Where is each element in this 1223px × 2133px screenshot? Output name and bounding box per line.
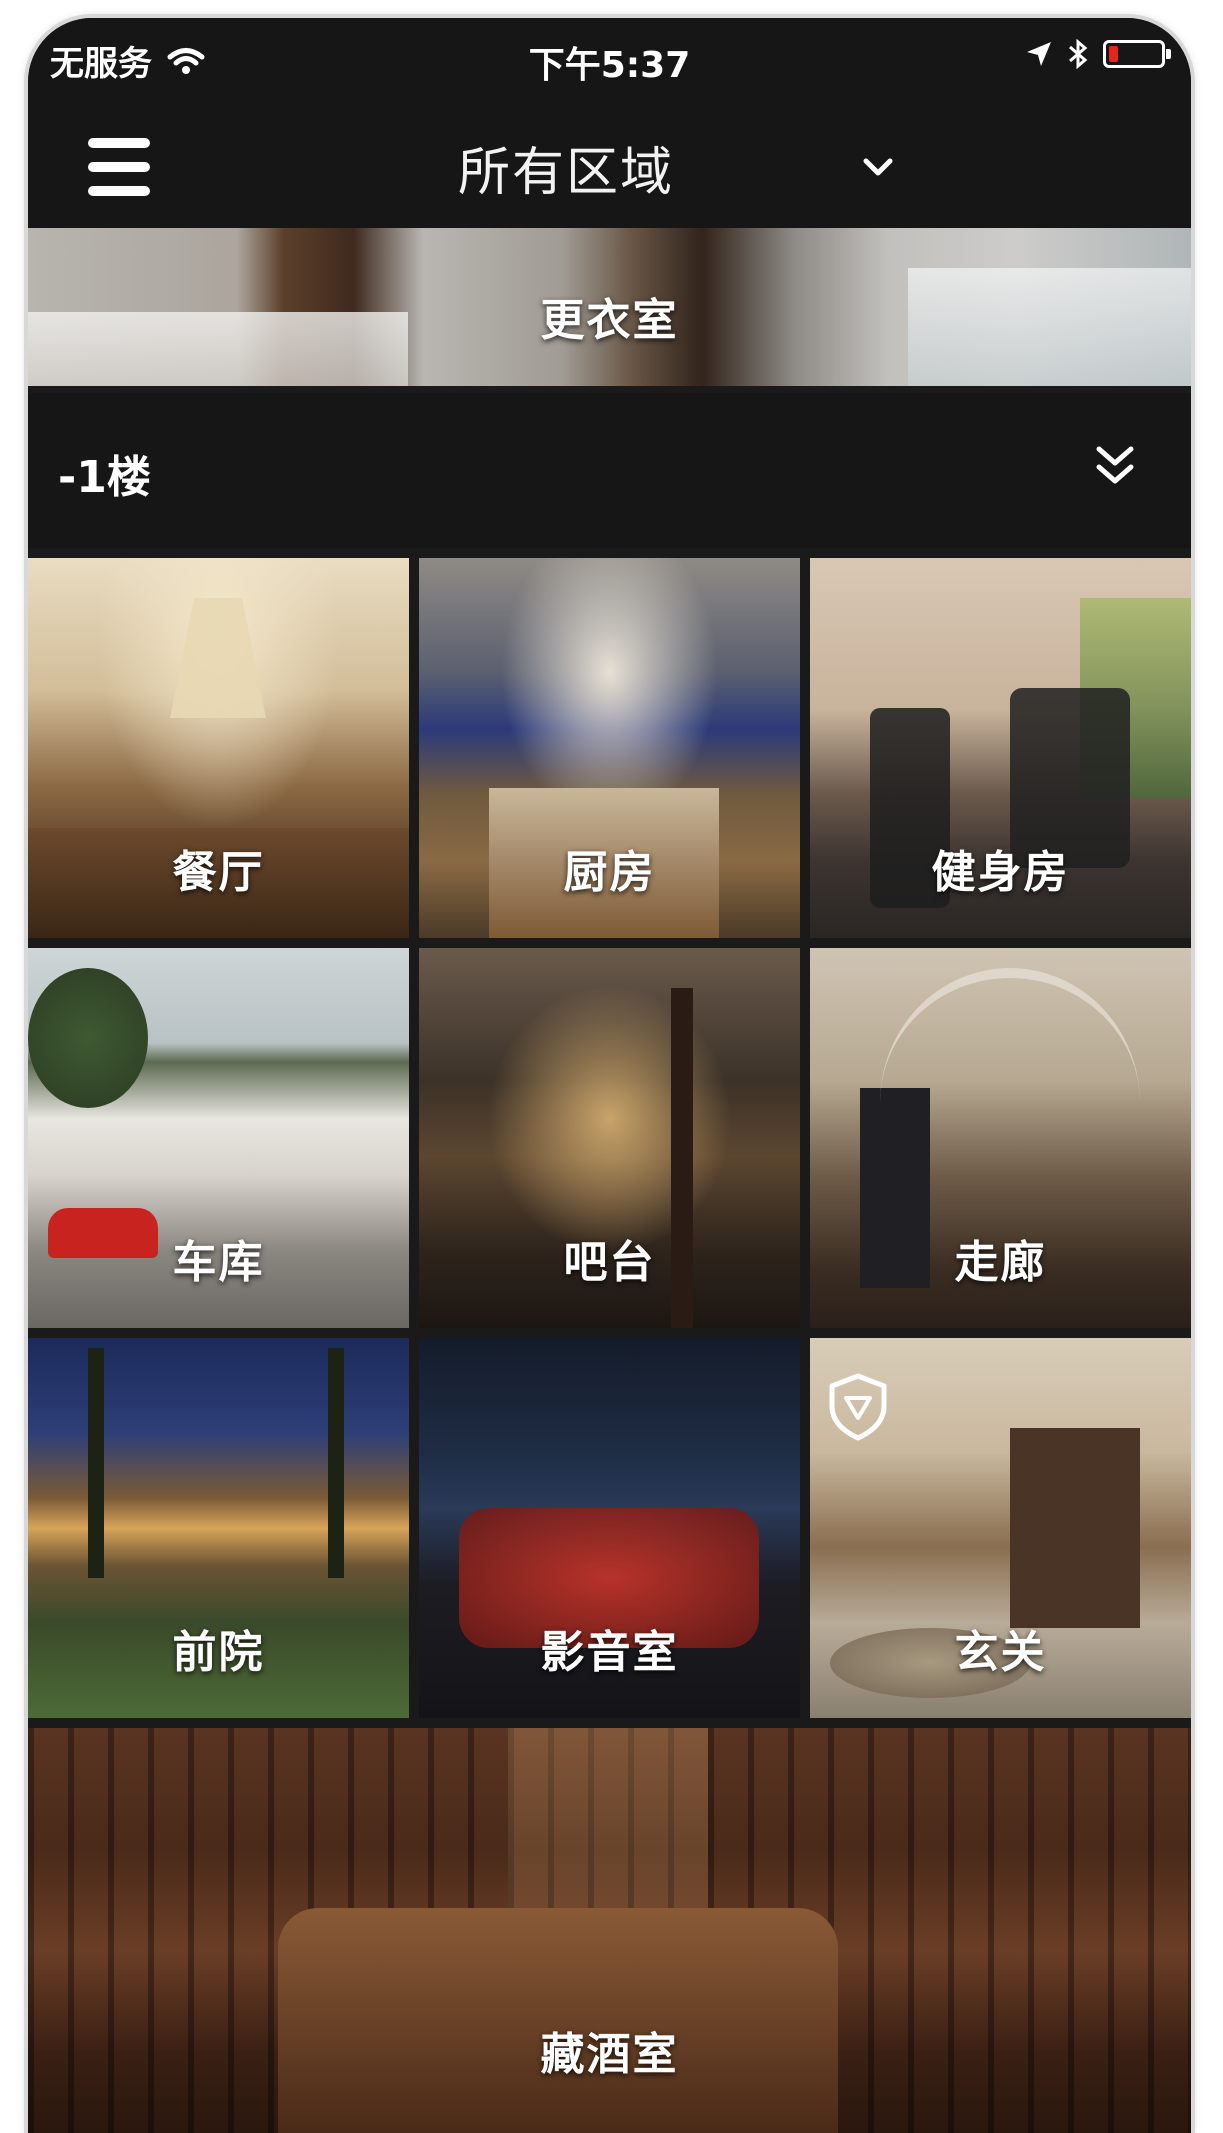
room-label: 藏酒室: [540, 2029, 679, 2080]
floor-title: -1楼: [58, 452, 151, 503]
room-label: 餐厅: [172, 847, 265, 898]
room-tile-home-theater[interactable]: 影音室: [419, 1338, 800, 1718]
room-label: 走廊: [954, 1237, 1047, 1288]
room-tile-garage[interactable]: 车库: [28, 948, 409, 1328]
status-right: [1025, 38, 1171, 70]
floor-section-header[interactable]: -1楼: [28, 393, 1191, 548]
room-label: 更衣室: [540, 295, 679, 346]
room-label: 厨房: [563, 847, 656, 898]
phone-screen: 无服务 下午5:37 所有区域 更衣室 -1楼 餐厅 厨房 健身房 车库 吧台 …: [28, 18, 1191, 2133]
header-title: 所有区域: [458, 143, 675, 203]
header: 所有区域: [28, 108, 1191, 228]
room-label: 车库: [172, 1237, 265, 1288]
room-label: 健身房: [931, 847, 1070, 898]
room-tile-kitchen[interactable]: 厨房: [419, 558, 800, 938]
battery-icon: [1103, 40, 1171, 68]
room-tile-dining-room[interactable]: 餐厅: [28, 558, 409, 938]
room-tile-front-yard[interactable]: 前院: [28, 1338, 409, 1718]
shield-icon[interactable]: [826, 1372, 890, 1442]
room-label: 影音室: [540, 1627, 679, 1678]
room-label: 吧台: [563, 1237, 656, 1288]
bluetooth-icon: [1069, 38, 1088, 70]
room-tile-bar[interactable]: 吧台: [419, 948, 800, 1328]
battery-level: [1109, 46, 1118, 62]
double-chevron-down-icon[interactable]: [1091, 441, 1139, 491]
status-bar: 无服务 下午5:37: [28, 18, 1191, 108]
room-list: 更衣室 -1楼 餐厅 厨房 健身房 车库 吧台 走廊 前院 影音室 玄关 藏酒室: [28, 228, 1191, 2133]
room-label: 前院: [172, 1627, 265, 1678]
chevron-down-icon[interactable]: [858, 152, 898, 182]
location-icon: [1027, 42, 1051, 66]
room-tile-dressing-room[interactable]: 更衣室: [28, 228, 1191, 386]
status-time: 下午5:37: [528, 45, 691, 86]
area-selector[interactable]: 所有区域: [458, 130, 674, 205]
room-tile-wine-cellar[interactable]: 藏酒室: [28, 1728, 1191, 2133]
room-label: 玄关: [954, 1627, 1047, 1678]
room-tile-hallway[interactable]: 走廊: [810, 948, 1191, 1328]
room-tile-gym[interactable]: 健身房: [810, 558, 1191, 938]
room-tile-entrance[interactable]: 玄关: [810, 1338, 1191, 1718]
hamburger-menu-icon[interactable]: [88, 138, 150, 196]
